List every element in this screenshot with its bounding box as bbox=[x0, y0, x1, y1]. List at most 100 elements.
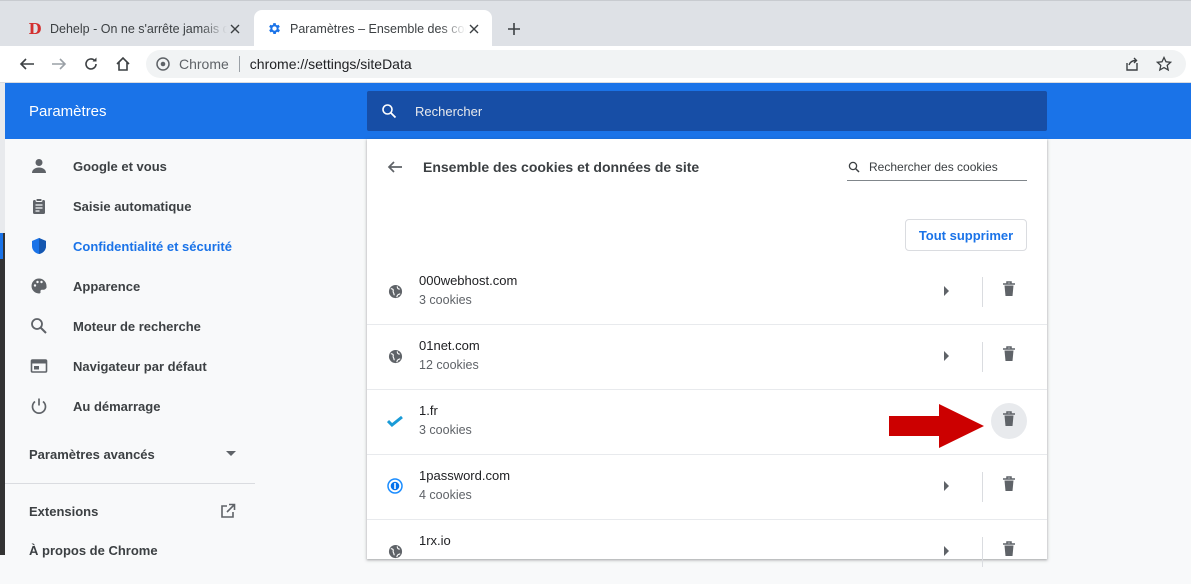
sidebar-divider bbox=[5, 483, 255, 484]
address-bar[interactable]: Chrome chrome://settings/siteData bbox=[146, 50, 1186, 78]
sidebar-item-startup[interactable]: Au démarrage bbox=[5, 386, 255, 426]
sidebar-item-label: Moteur de recherche bbox=[73, 318, 201, 334]
sidebar-about[interactable]: À propos de Chrome bbox=[29, 543, 158, 558]
close-icon[interactable] bbox=[466, 21, 482, 37]
search-icon bbox=[29, 316, 49, 336]
star-icon[interactable] bbox=[1155, 55, 1173, 72]
remove-all-button[interactable]: Tout supprimer bbox=[905, 219, 1027, 251]
dehelp-favicon: D bbox=[28, 19, 42, 38]
row-separator bbox=[982, 537, 983, 567]
arrow-right-icon[interactable] bbox=[939, 543, 955, 559]
site-name: 000webhost.com bbox=[419, 273, 518, 288]
forward-icon[interactable] bbox=[48, 53, 70, 75]
search-icon bbox=[847, 160, 861, 174]
tab-strip: D Dehelp - On ne s'arrête jamais d'appre… bbox=[0, 0, 1191, 47]
browser-toolbar: Chrome chrome://settings/siteData bbox=[0, 46, 1191, 83]
site-row-01net[interactable]: 01net.com 12 cookies bbox=[367, 324, 1047, 389]
globe-icon bbox=[387, 543, 403, 559]
cookie-search[interactable] bbox=[847, 153, 1027, 181]
cookie-search-input[interactable] bbox=[867, 158, 1026, 175]
trash-icon bbox=[1002, 345, 1016, 367]
settings-search-input[interactable] bbox=[413, 102, 1017, 120]
checkmark-favicon bbox=[387, 413, 403, 429]
sidebar-item-search-engine[interactable]: Moteur de recherche bbox=[5, 306, 255, 346]
row-divider bbox=[367, 324, 1047, 325]
shield-icon bbox=[29, 236, 49, 256]
trash-icon bbox=[1002, 280, 1016, 302]
sidebar-item-autofill[interactable]: Saisie automatique bbox=[5, 186, 255, 226]
sidebar-extensions[interactable]: Extensions bbox=[29, 504, 98, 519]
cookie-count: 3 cookies bbox=[419, 293, 472, 307]
delete-button[interactable] bbox=[991, 273, 1027, 309]
site-name: 1rx.io bbox=[419, 533, 451, 548]
subpage-title: Ensemble des cookies et données de site bbox=[423, 159, 700, 175]
cookie-count: 3 cookies bbox=[419, 423, 472, 437]
tab-title: Paramètres – Ensemble des cookies et don… bbox=[290, 21, 466, 36]
delete-button[interactable] bbox=[991, 533, 1027, 569]
row-divider bbox=[367, 389, 1047, 390]
back-arrow-icon[interactable] bbox=[385, 157, 405, 177]
tab-dehelp[interactable]: D Dehelp - On ne s'arrête jamais d'appre… bbox=[8, 10, 253, 47]
row-divider bbox=[367, 454, 1047, 455]
palette-icon bbox=[29, 276, 49, 296]
sidebar-advanced[interactable]: Paramètres avancés bbox=[29, 447, 155, 462]
sidebar: Google et vous Saisie automatique Confid… bbox=[5, 139, 255, 558]
trash-icon bbox=[1002, 475, 1016, 497]
chrome-icon bbox=[156, 57, 170, 71]
clipboard-icon bbox=[29, 196, 49, 216]
arrow-right-icon[interactable] bbox=[939, 478, 955, 494]
site-name: 1.fr bbox=[419, 403, 438, 418]
home-icon[interactable] bbox=[112, 53, 134, 75]
omnibox-separator bbox=[238, 56, 240, 72]
reload-icon[interactable] bbox=[80, 53, 102, 75]
site-name: 01net.com bbox=[419, 338, 480, 353]
delete-button[interactable] bbox=[991, 403, 1027, 439]
1password-favicon bbox=[387, 478, 403, 494]
sidebar-item-label: Google et vous bbox=[73, 158, 167, 174]
delete-button[interactable] bbox=[991, 468, 1027, 504]
sidebar-item-label: Saisie automatique bbox=[73, 198, 192, 214]
row-separator bbox=[982, 342, 983, 372]
trash-icon bbox=[1002, 540, 1016, 562]
cookie-count: 4 cookies bbox=[419, 488, 472, 502]
settings-header: Paramètres bbox=[5, 83, 1191, 139]
gear-icon bbox=[266, 21, 282, 37]
row-separator bbox=[982, 472, 983, 502]
sidebar-item-label: Apparence bbox=[73, 278, 141, 294]
trash-icon bbox=[1002, 410, 1016, 432]
sidebar-item-default-browser[interactable]: Navigateur par défaut bbox=[5, 346, 255, 386]
sidebar-item-label: Au démarrage bbox=[73, 398, 161, 414]
tab-title: Dehelp - On ne s'arrête jamais d'apprend… bbox=[50, 21, 227, 36]
open-in-new-icon[interactable] bbox=[219, 502, 237, 520]
site-row-000webhost[interactable]: 000webhost.com 3 cookies bbox=[367, 259, 1047, 324]
window-edge-accent bbox=[0, 233, 3, 259]
arrow-right-icon[interactable] bbox=[939, 283, 955, 299]
row-separator bbox=[982, 277, 983, 307]
browser-window-icon bbox=[29, 356, 49, 376]
chevron-down-icon[interactable] bbox=[225, 448, 237, 460]
settings-search[interactable] bbox=[367, 91, 1047, 131]
arrow-right-icon[interactable] bbox=[939, 348, 955, 364]
row-divider bbox=[367, 519, 1047, 520]
sidebar-item-google[interactable]: Google et vous bbox=[5, 146, 255, 186]
cookie-count: 12 cookies bbox=[419, 358, 479, 372]
globe-icon bbox=[387, 283, 403, 299]
sidebar-item-privacy[interactable]: Confidentialité et sécurité bbox=[5, 226, 255, 266]
delete-button[interactable] bbox=[991, 338, 1027, 374]
back-icon[interactable] bbox=[16, 53, 38, 75]
sidebar-item-appearance[interactable]: Apparence bbox=[5, 266, 255, 306]
site-name: 1password.com bbox=[419, 468, 511, 483]
power-icon bbox=[29, 396, 49, 416]
sidebar-item-label: Navigateur par défaut bbox=[73, 358, 207, 374]
url-text[interactable]: chrome://settings/siteData bbox=[250, 56, 412, 72]
site-row-1rx[interactable]: 1rx.io bbox=[367, 519, 1047, 584]
site-row-1password[interactable]: 1password.com 4 cookies bbox=[367, 454, 1047, 519]
share-icon[interactable] bbox=[1124, 56, 1140, 72]
scheme-label: Chrome bbox=[179, 56, 229, 72]
close-icon[interactable] bbox=[227, 21, 243, 37]
search-icon bbox=[379, 101, 399, 121]
red-arrow-annotation bbox=[889, 404, 984, 448]
globe-icon bbox=[387, 348, 403, 364]
tab-settings[interactable]: Paramètres – Ensemble des cookies et don… bbox=[254, 10, 492, 47]
new-tab-button[interactable] bbox=[503, 18, 525, 40]
